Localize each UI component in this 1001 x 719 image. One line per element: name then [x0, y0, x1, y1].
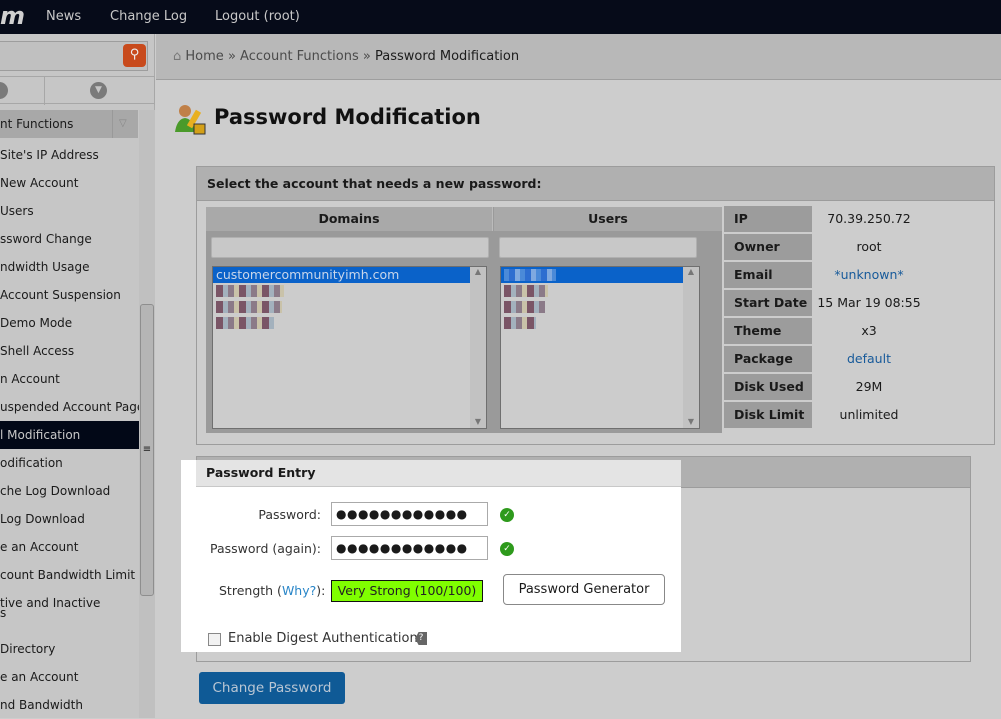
users-header: Users	[494, 207, 722, 231]
strength-meter: Very Strong (100/100)	[331, 580, 483, 602]
logo: m	[0, 2, 26, 30]
sidebar-item[interactable]: l Modification	[0, 421, 139, 449]
why-link[interactable]: Why?	[282, 583, 316, 598]
page-title: Password Modification	[214, 105, 481, 129]
breadcrumb-separator: »	[362, 49, 371, 64]
password-again-input[interactable]: ●●●●●●●●●●●●	[331, 536, 488, 560]
digest-auth-label[interactable]: Enable Digest Authentication	[228, 631, 418, 646]
sidebar-tab-1[interactable]	[0, 77, 45, 105]
info-label: Start Date	[724, 290, 812, 316]
sidebar-item[interactable]: Account Suspension	[0, 281, 139, 309]
info-label: Package	[724, 346, 812, 372]
domain-option[interactable]	[213, 315, 486, 331]
domains-filter-input[interactable]	[211, 237, 489, 258]
sidebar-item[interactable]: Shell Access	[0, 337, 139, 365]
breadcrumb-current: Password Modification	[375, 49, 520, 64]
domain-user-selector: Domains Users customercommunityimh.com ▲…	[206, 207, 722, 433]
info-label: Disk Used	[724, 374, 812, 400]
users-scrollbar[interactable]: ▲ ▼	[683, 267, 699, 428]
sidebar-tab-2[interactable]: ▼	[45, 77, 155, 105]
sidebar-category-account-functions[interactable]: nt Functions ▽	[0, 110, 138, 138]
sidebar-item[interactable]: n Account	[0, 365, 139, 393]
domain-option[interactable]: customercommunityimh.com	[213, 267, 470, 283]
collapse-icon[interactable]: ▽	[112, 110, 127, 138]
password-label: Password:	[258, 507, 321, 522]
user-option[interactable]	[501, 283, 699, 299]
breadcrumb-home[interactable]: Home	[185, 49, 223, 64]
breadcrumb: ⌂ Home » Account Functions » Password Mo…	[156, 34, 1001, 80]
change-password-button[interactable]: Change Password	[199, 672, 345, 704]
nav-news[interactable]: News	[46, 9, 81, 24]
chevron-down-icon: ▼	[90, 82, 107, 99]
sidebar-item[interactable]: Log Download	[0, 505, 139, 533]
info-value: root	[856, 239, 882, 254]
panel-title: Select the account that needs a new pass…	[197, 167, 994, 201]
user-key-icon	[174, 102, 208, 136]
domains-list[interactable]: customercommunityimh.com ▲ ▼	[212, 266, 487, 429]
password-input[interactable]: ●●●●●●●●●●●●	[331, 502, 488, 526]
info-label: Disk Limit	[724, 402, 812, 428]
sidebar-item[interactable]: nd Bandwidth	[0, 691, 139, 719]
domains-header: Domains	[206, 207, 493, 231]
domains-scrollbar[interactable]: ▲ ▼	[470, 267, 486, 428]
sidebar-item[interactable]: uspended Account Page	[0, 393, 139, 421]
sidebar-scrollbar-thumb[interactable]: ≡	[140, 304, 154, 596]
sidebar-item[interactable]: che Log Download	[0, 477, 139, 505]
info-label: Theme	[724, 318, 812, 344]
breadcrumb-account-functions[interactable]: Account Functions	[240, 49, 359, 64]
info-label: IP	[724, 206, 812, 232]
nav-logout[interactable]: Logout (root)	[215, 9, 300, 24]
breadcrumb-separator: »	[227, 49, 236, 64]
circle-icon	[0, 82, 8, 99]
info-value[interactable]: *unknown*	[812, 262, 926, 288]
sidebar-item[interactable]: Directory	[0, 635, 139, 663]
sidebar-item[interactable]: ssword Change	[0, 225, 139, 253]
sidebar-item[interactable]: Demo Mode	[0, 309, 139, 337]
password-generator-button[interactable]: Password Generator	[503, 574, 665, 605]
info-label: Owner	[724, 234, 812, 260]
user-option[interactable]	[501, 299, 699, 315]
domain-option[interactable]	[213, 299, 486, 315]
info-value: 70.39.250.72	[827, 211, 911, 226]
info-value: unlimited	[839, 407, 899, 422]
info-value: x3	[861, 323, 877, 338]
check-icon: ✓	[500, 542, 514, 556]
sidebar-tabs: ▼	[0, 76, 155, 105]
password-again-label: Password (again):	[210, 541, 321, 556]
strength-text: Strength	[219, 583, 274, 598]
search-icon[interactable]: ⚲	[123, 44, 146, 67]
sidebar-item[interactable]: s	[0, 603, 139, 623]
info-value: 29M	[855, 379, 883, 394]
info-value: 15 Mar 19 08:55	[817, 295, 921, 310]
sidebar-item[interactable]: Users	[0, 197, 139, 225]
sidebar-item[interactable]: Site's IP Address	[0, 141, 139, 169]
users-filter-input[interactable]	[499, 237, 697, 258]
users-list[interactable]: ▲ ▼	[500, 266, 700, 429]
info-label: Email	[724, 262, 812, 288]
sidebar-item[interactable]: ndwidth Usage	[0, 253, 139, 281]
user-option[interactable]	[501, 267, 683, 283]
account-info-table: IP 70.39.250.72 Owner root Email *unknown* Sta…	[724, 206, 926, 430]
domain-option[interactable]	[213, 283, 486, 299]
sidebar-item[interactable]: e an Account	[0, 533, 139, 561]
home-icon: ⌂	[173, 49, 182, 64]
check-icon: ✓	[500, 508, 514, 522]
strength-label: Strength (Why?):	[219, 583, 326, 598]
sidebar-item[interactable]: count Bandwidth Limit	[0, 561, 139, 589]
info-value[interactable]: default	[812, 346, 926, 372]
sidebar-item[interactable]: odification	[0, 449, 139, 477]
sidebar-item[interactable]: e an Account	[0, 663, 139, 691]
category-label: nt Functions	[0, 117, 74, 131]
nav-change-log[interactable]: Change Log	[110, 9, 187, 24]
user-option[interactable]	[501, 315, 699, 331]
digest-auth-checkbox[interactable]	[208, 633, 221, 646]
password-entry-title: Password Entry	[196, 460, 681, 487]
top-nav: m News Change Log Logout (root)	[0, 0, 1001, 34]
sidebar-item[interactable]: New Account	[0, 169, 139, 197]
sidebar: ⚲ ▼ nt Functions ▽ ≡ Site's IP Address Ne…	[0, 34, 155, 718]
